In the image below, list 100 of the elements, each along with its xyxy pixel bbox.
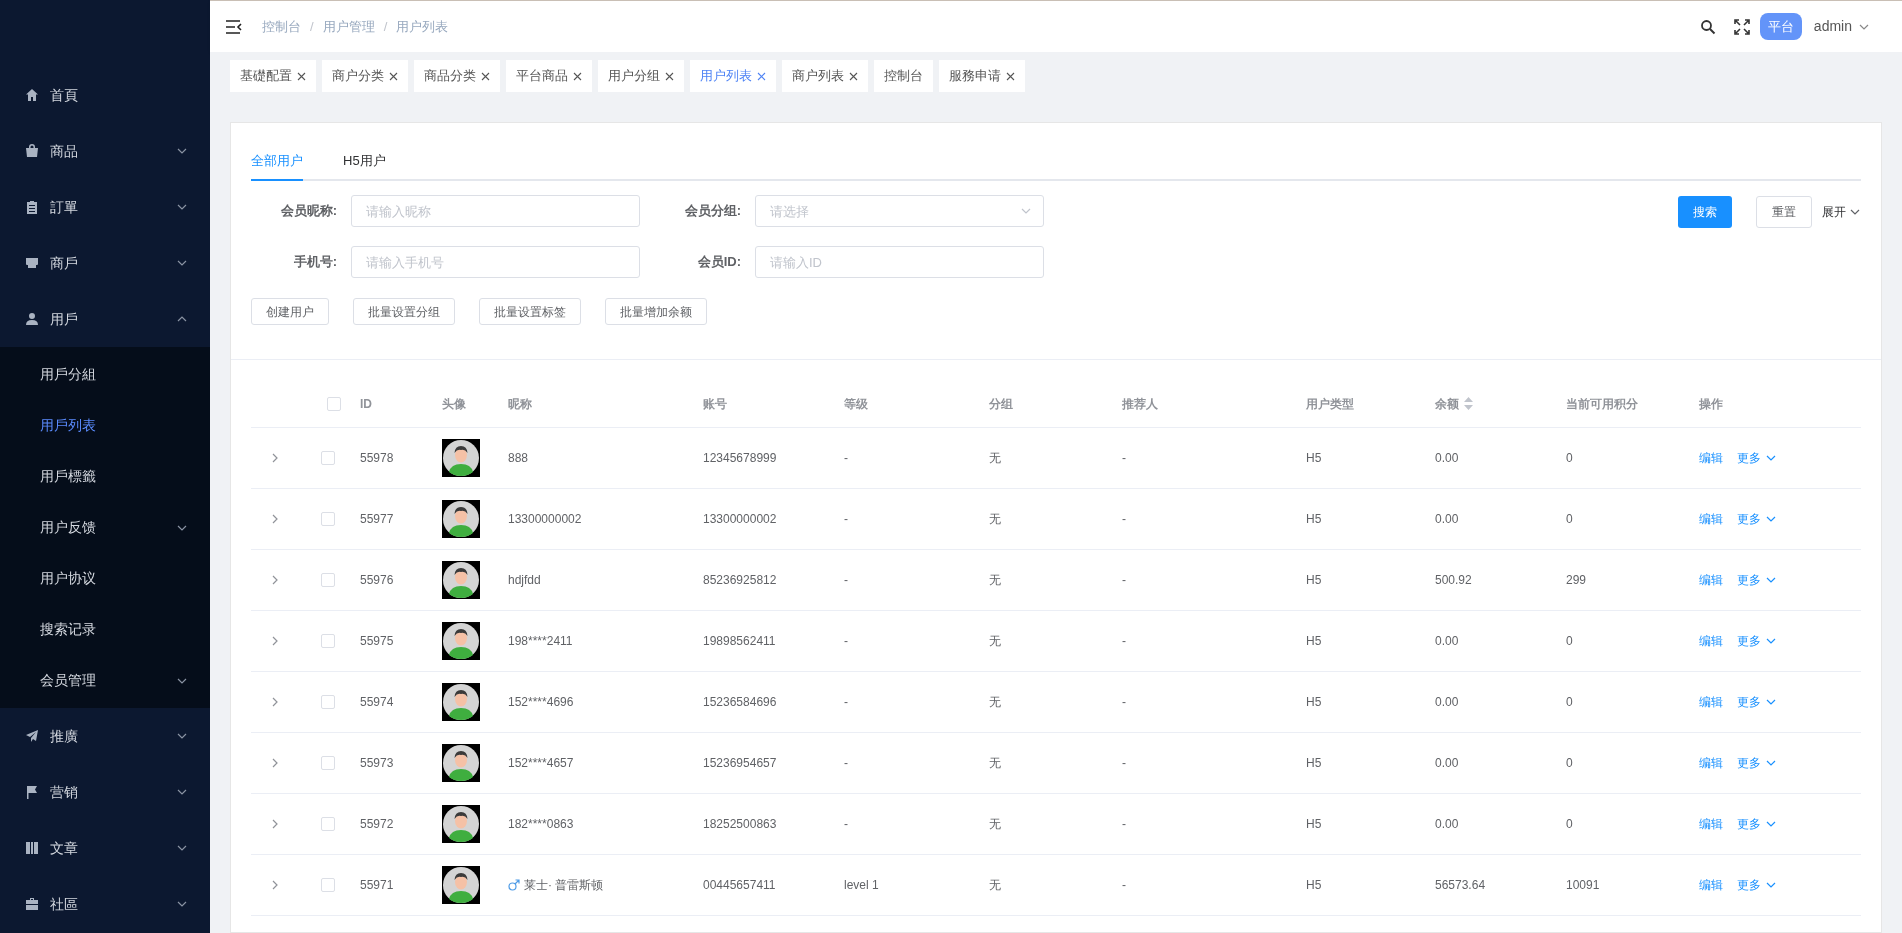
close-icon[interactable] (389, 71, 398, 81)
close-icon[interactable] (573, 71, 582, 81)
action-button[interactable]: 批量设置标签 (479, 298, 581, 325)
row-checkbox[interactable] (321, 878, 335, 892)
more-dropdown[interactable]: 更多 (1737, 754, 1777, 772)
edit-link[interactable]: 编辑 (1699, 693, 1723, 711)
edit-link[interactable]: 编辑 (1699, 876, 1723, 894)
table-cell: - (844, 451, 848, 465)
search-icon[interactable] (1699, 18, 1716, 35)
action-button[interactable]: 创建用户 (251, 298, 329, 325)
expand-row-icon[interactable] (271, 636, 279, 646)
edit-link[interactable]: 编辑 (1699, 571, 1723, 589)
table-cell: - (1122, 451, 1126, 465)
table-cell: 无 (989, 573, 1001, 587)
more-dropdown[interactable]: 更多 (1737, 693, 1777, 711)
table-cell: 00445657411 (703, 878, 776, 892)
expand-row-icon[interactable] (271, 819, 279, 829)
submenu-item[interactable]: 用戶分組 (0, 349, 210, 400)
menu-icon[interactable] (226, 19, 242, 34)
expand-row-icon[interactable] (271, 575, 279, 585)
user-menu[interactable]: admin (1813, 16, 1870, 37)
close-icon[interactable] (297, 71, 306, 81)
close-icon[interactable] (665, 71, 674, 81)
submenu-item[interactable]: 用户反馈 (0, 502, 210, 553)
input-field[interactable]: 请输入昵称 (351, 195, 640, 227)
table-cell: 0 (1566, 817, 1573, 831)
submenu-item[interactable]: 用户协议 (0, 553, 210, 604)
reset-button[interactable]: 重置 (1756, 196, 1812, 228)
close-icon[interactable] (757, 71, 766, 81)
page-tab[interactable]: 平台商品 (506, 60, 592, 92)
page-tab[interactable]: 服務申请 (939, 60, 1025, 92)
row-checkbox[interactable] (321, 634, 335, 648)
page-tab[interactable]: 商品分类 (414, 60, 500, 92)
expand-row-icon[interactable] (271, 514, 279, 524)
table-cell: 0.00 (1435, 817, 1459, 831)
menu-item[interactable]: 推廣 (0, 708, 210, 764)
table-cell: 19898562411 (703, 634, 776, 648)
table-cell: 12345678999 (703, 451, 777, 465)
row-checkbox[interactable] (321, 695, 335, 709)
more-dropdown[interactable]: 更多 (1737, 815, 1777, 833)
row-checkbox[interactable] (321, 451, 335, 465)
submenu-item[interactable]: 用戶標籤 (0, 451, 210, 502)
input-field[interactable]: 请输入ID (755, 246, 1044, 278)
edit-link[interactable]: 编辑 (1699, 754, 1723, 772)
clipboard-icon (24, 199, 40, 215)
page-tab[interactable]: 商户列表 (782, 60, 868, 92)
table-cell: 无 (989, 451, 1001, 465)
menu-item[interactable]: 訂單 (0, 179, 210, 235)
page-tab[interactable]: 控制台 (874, 60, 933, 92)
more-dropdown[interactable]: 更多 (1737, 632, 1777, 650)
menu-item[interactable]: 首頁 (0, 67, 210, 123)
edit-link[interactable]: 编辑 (1699, 815, 1723, 833)
table-cell-text: 13300000002 (508, 511, 582, 528)
row-checkbox[interactable] (321, 756, 335, 770)
table-cell: 无 (989, 512, 1001, 526)
close-icon[interactable] (849, 71, 858, 81)
more-dropdown[interactable]: 更多 (1737, 571, 1777, 589)
menu-item[interactable]: 商戶 (0, 235, 210, 291)
table-cell: - (1122, 634, 1126, 648)
more-dropdown[interactable]: 更多 (1737, 449, 1777, 467)
edit-link[interactable]: 编辑 (1699, 449, 1723, 467)
expand-row-icon[interactable] (271, 453, 279, 463)
menu-item[interactable]: 用戶 (0, 291, 210, 347)
group-select[interactable]: 请选择 (755, 195, 1044, 227)
page-tab[interactable]: 商户分类 (322, 60, 408, 92)
table-cell: 299 (1566, 573, 1587, 587)
expand-row-icon[interactable] (271, 758, 279, 768)
menu-item[interactable]: 社區 (0, 876, 210, 932)
sort-icon[interactable] (1464, 397, 1473, 410)
expand-row-icon[interactable] (271, 880, 279, 890)
menu-item[interactable]: 商品 (0, 123, 210, 179)
page-tab[interactable]: 用户分组 (598, 60, 684, 92)
edit-link[interactable]: 编辑 (1699, 632, 1723, 650)
menu-item[interactable]: 营销 (0, 764, 210, 820)
fullscreen-icon[interactable] (1733, 18, 1750, 35)
expand-toggle[interactable]: 展开 (1822, 196, 1861, 228)
menu-item[interactable]: 文章 (0, 820, 210, 876)
expand-row-icon[interactable] (271, 697, 279, 707)
select-all-checkbox[interactable] (327, 396, 341, 411)
submenu-item[interactable]: 搜索记录 (0, 604, 210, 655)
page-tab[interactable]: 用户列表 (690, 60, 776, 92)
submenu-item[interactable]: 会员管理 (0, 655, 210, 706)
more-dropdown[interactable]: 更多 (1737, 876, 1777, 894)
action-button[interactable]: 批量设置分组 (353, 298, 455, 325)
input-field[interactable]: 请输入手机号 (351, 246, 640, 278)
submenu-item[interactable]: 用戶列表 (0, 400, 210, 451)
tab[interactable]: H5用户 (343, 151, 386, 181)
edit-link[interactable]: 编辑 (1699, 510, 1723, 528)
table-cell: 55971 (360, 878, 394, 892)
table-cell: - (1122, 878, 1126, 892)
row-checkbox[interactable] (321, 573, 335, 587)
more-dropdown[interactable]: 更多 (1737, 510, 1777, 528)
row-checkbox[interactable] (321, 817, 335, 831)
row-checkbox[interactable] (321, 512, 335, 526)
action-button[interactable]: 批量增加余额 (605, 298, 707, 325)
table-cell: 无 (989, 634, 1001, 648)
page-tab[interactable]: 基礎配置 (230, 60, 316, 92)
close-icon[interactable] (481, 71, 490, 81)
close-icon[interactable] (1006, 71, 1015, 81)
column-header: 分组 (989, 395, 1013, 413)
